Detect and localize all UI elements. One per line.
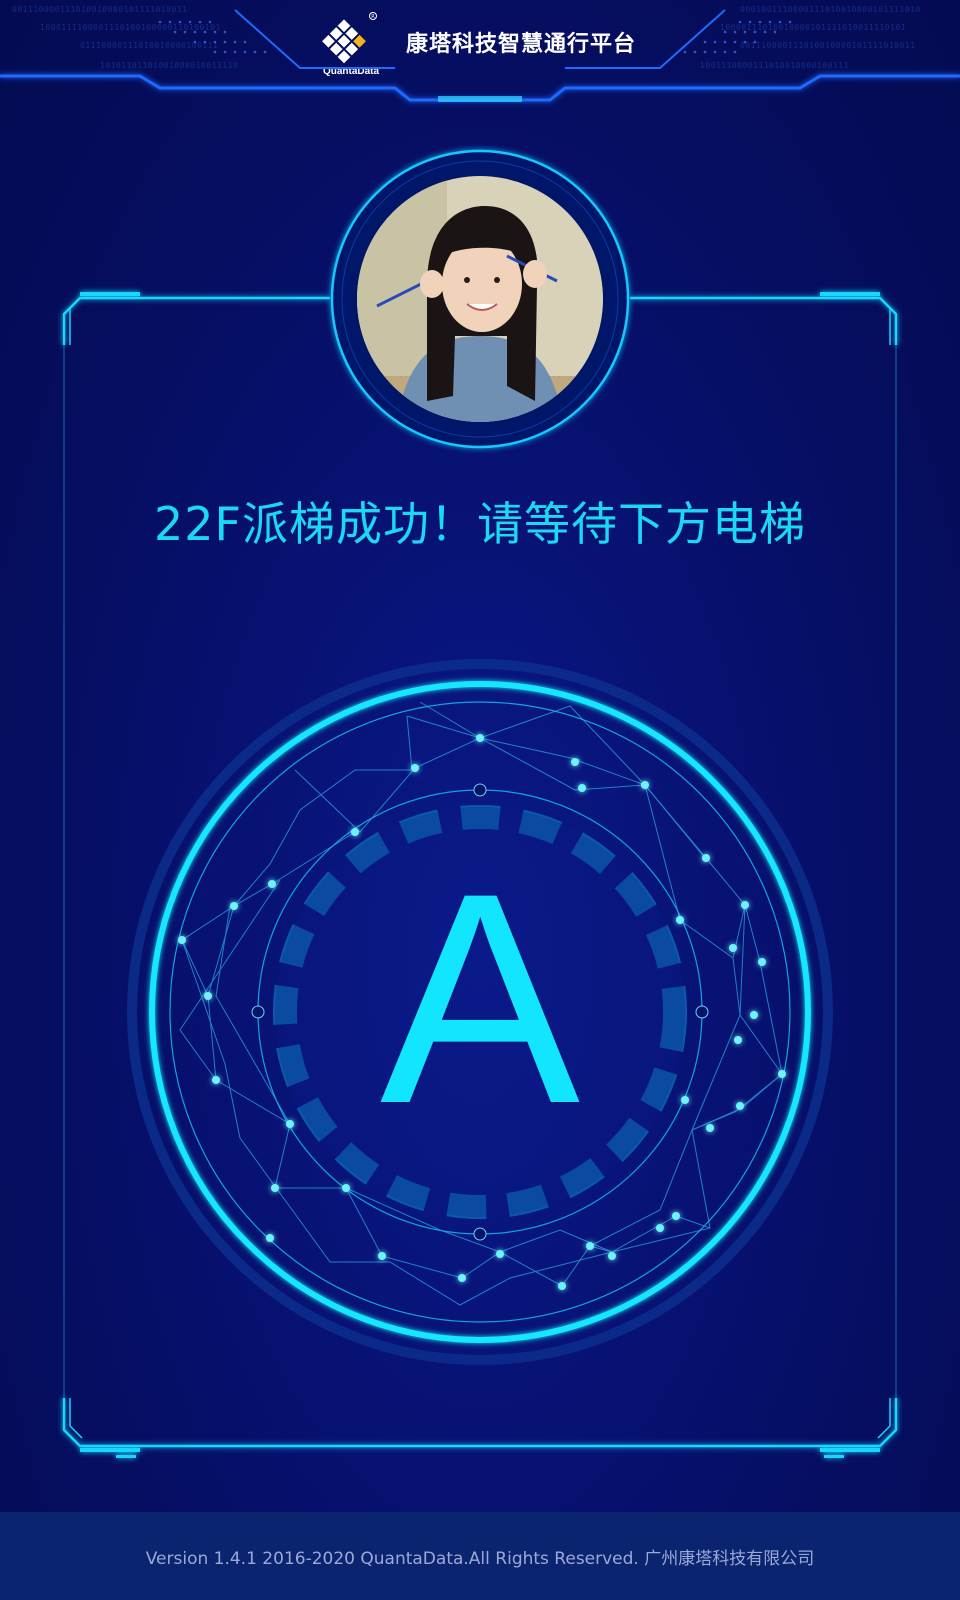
logo-wordmark: QuantaData xyxy=(322,66,380,77)
visitor-avatar xyxy=(357,176,603,422)
company-logo: R QuantaData xyxy=(318,8,384,80)
binary-decoration: 1000111100001110100100000110100101 xyxy=(40,23,221,32)
svg-text:R: R xyxy=(371,14,375,20)
app-title: 康塔科技智慧通行平台 xyxy=(406,32,637,57)
copyright-text: Version 1.4.1 2016-2020 QuantaData.All R… xyxy=(145,1549,815,1569)
person-photo-icon xyxy=(357,176,603,422)
binary-decoration: 10000111010010000101111010011110101 xyxy=(720,23,907,32)
assigned-elevator-letter: A xyxy=(379,830,581,1166)
binary-decoration: 1001110000111010010000100111 xyxy=(700,61,849,70)
binary-decoration: 0001001110000111010010000101111010 xyxy=(740,5,921,14)
binary-decoration: 01110000111010010000100111 xyxy=(80,41,219,50)
binary-decoration: 001110000111010010000101111010011 xyxy=(12,5,188,14)
footer: Version 1.4.1 2016-2020 QuantaData.All R… xyxy=(0,1512,960,1600)
binary-decoration: 001110000111010010000101111010011 xyxy=(740,41,916,50)
binary-decoration: 10101101101001000010011110 xyxy=(100,61,239,70)
diamond-grid-icon: R xyxy=(322,12,377,64)
header: 001110000111010010000101111010011 100011… xyxy=(0,0,960,110)
dispatch-success-message: 22F派梯成功！请等待下方电梯 xyxy=(154,497,806,551)
